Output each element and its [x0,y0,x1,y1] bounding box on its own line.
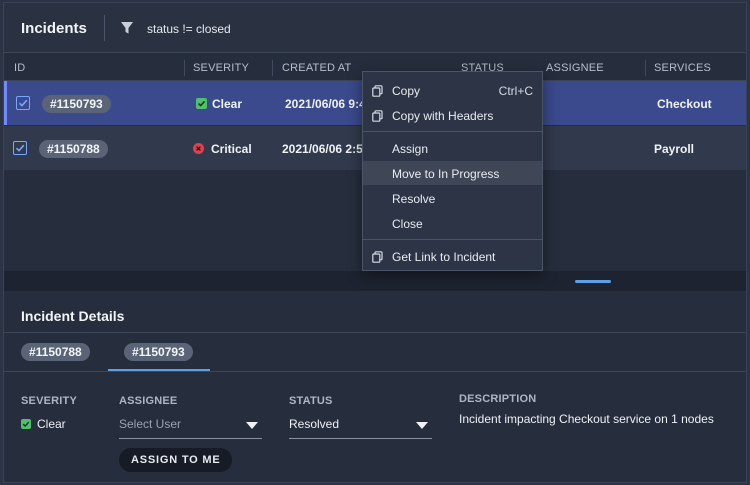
copy-icon [372,85,383,97]
severity-text: Critical [211,142,252,156]
column-header-created-at[interactable]: CREATED AT [282,62,351,74]
column-divider[interactable] [645,60,646,76]
severity-text: Clear [37,417,66,431]
tabs-divider [4,371,746,372]
menu-item-label: Resolve [392,192,436,206]
status-value: Resolved [289,417,340,431]
column-header-severity[interactable]: SEVERITY [193,62,249,74]
details-divider [4,332,746,333]
menu-item-assign[interactable]: Assign [363,136,542,160]
severity-cell: Clear [196,97,242,111]
severity-text: Clear [212,97,243,111]
shortcut-text: Ctrl+C [498,84,533,98]
incident-id-badge[interactable]: #1150793 [42,95,111,113]
incidents-app: Incidents status != closed ID SEVERITY C… [3,2,747,483]
menu-item-copy-with-headers[interactable]: Copy with Headers [363,103,542,127]
checkmark-icon [18,99,28,107]
menu-separator [363,131,542,132]
services-cell: Checkout [657,97,712,111]
menu-item-label: Close [392,217,423,231]
severity-cell: Critical [193,142,252,156]
menu-item-label: Assign [392,142,429,156]
panel-splitter[interactable] [4,271,746,291]
checkmark-icon [15,144,25,152]
incident-id-badge[interactable]: #1150788 [39,140,108,158]
clear-check-icon [21,419,31,429]
row-checkbox[interactable] [13,141,27,155]
menu-item-resolve[interactable]: Resolve [363,186,542,210]
column-header-id[interactable]: ID [14,62,25,74]
services-cell: Payroll [654,142,695,156]
assignee-placeholder: Select User [119,417,182,431]
assign-to-me-button[interactable]: ASSIGN TO ME [119,448,233,472]
details-title: Incident Details [21,308,125,324]
clear-check-icon [196,98,207,109]
description-text: Incident impacting Checkout service on 1… [459,412,714,426]
menu-item-move-to-in-progress[interactable]: Move to In Progress [363,161,542,185]
filter-icon[interactable] [120,21,134,35]
menu-separator [363,239,542,240]
menu-item-label: Copy with Headers [392,109,494,123]
menu-item-label: Copy [392,84,421,98]
created-at-cell: 2021/06/06 2:5 [282,142,363,156]
dropdown-arrow-icon[interactable] [416,422,428,429]
menu-item-copy[interactable]: Copy Ctrl+C [363,78,542,102]
copy-icon [372,110,383,122]
top-bar: Incidents status != closed [4,3,746,53]
created-at-cell: 2021/06/06 9:4 [285,97,366,111]
critical-x-icon [193,143,204,154]
incident-details-panel: Incident Details #1150788 #1150793 SEVER… [4,291,746,482]
splitter-handle[interactable] [575,280,611,283]
column-divider[interactable] [184,60,185,76]
column-header-services[interactable]: SERVICES [654,62,711,74]
severity-label: SEVERITY [21,395,78,407]
copy-icon [372,251,383,263]
assignee-label: ASSIGNEE [119,395,178,407]
assignee-select[interactable]: Select User [119,411,262,439]
dropdown-arrow-icon[interactable] [246,422,258,429]
menu-item-label: Move to In Progress [392,167,500,181]
description-label: DESCRIPTION [459,393,537,405]
status-select[interactable]: Resolved [289,411,432,439]
page-title: Incidents [21,20,87,37]
row-checkbox[interactable] [16,96,30,110]
severity-value: Clear [21,417,66,431]
filter-expression[interactable]: status != closed [147,22,231,36]
menu-item-close[interactable]: Close [363,211,542,235]
status-label: STATUS [289,395,333,407]
menu-item-label: Get Link to Incident [392,250,496,264]
column-header-assignee[interactable]: ASSIGNEE [546,62,604,74]
context-menu: Copy Ctrl+C Copy with Headers Assign Mov… [362,71,543,271]
tab-incident-1150788[interactable]: #1150788 [21,343,90,361]
column-divider[interactable] [272,60,273,76]
menu-item-get-link[interactable]: Get Link to Incident [363,244,542,268]
header-separator [104,15,105,41]
tab-incident-1150793[interactable]: #1150793 [124,343,193,361]
